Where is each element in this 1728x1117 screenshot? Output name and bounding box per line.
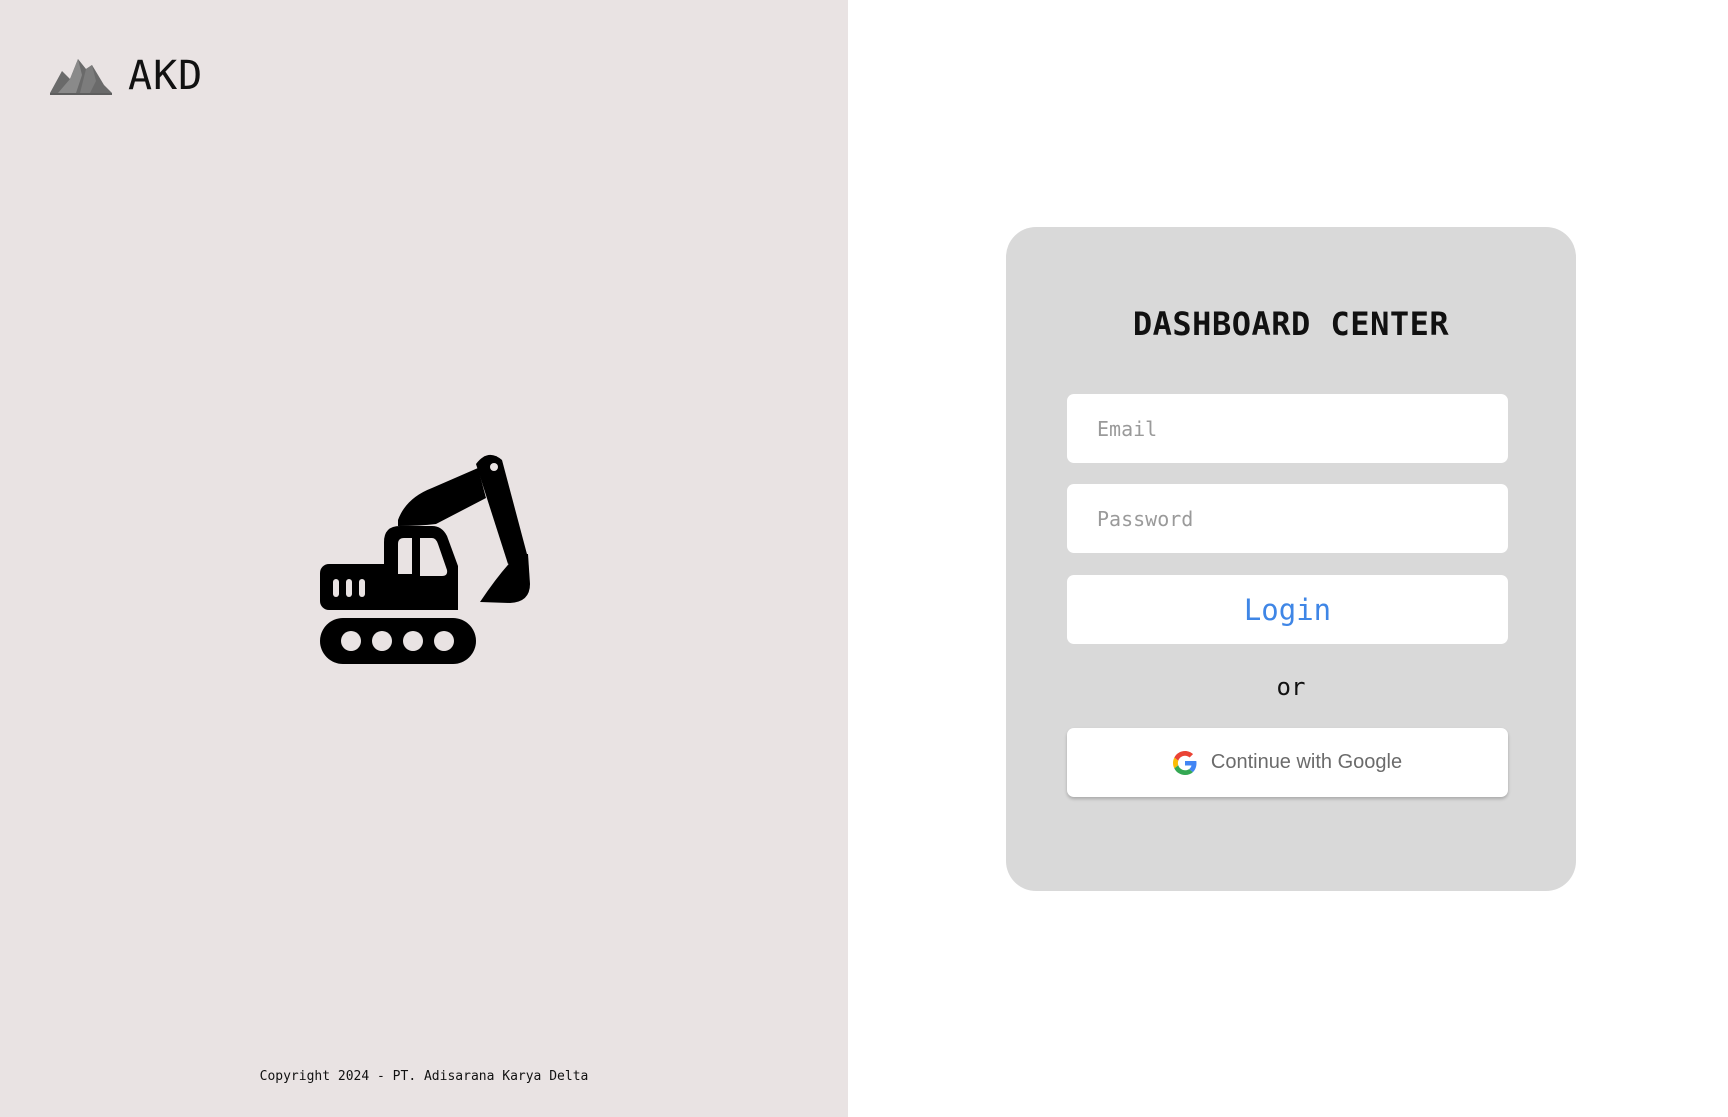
- login-page: AKD Copyright 2024 - PT. Adisarana Karya…: [0, 0, 1728, 1117]
- brand-name: AKD: [128, 53, 204, 99]
- password-field[interactable]: [1067, 484, 1508, 553]
- google-signin-button[interactable]: Continue with Google: [1067, 728, 1508, 797]
- brand-panel: AKD Copyright 2024 - PT. Adisarana Karya…: [0, 0, 848, 1117]
- email-field[interactable]: [1067, 394, 1508, 463]
- mountain-logo-icon: [50, 59, 112, 95]
- brand-header: AKD: [50, 52, 203, 100]
- copyright-text: Copyright 2024 - PT. Adisarana Karya Del…: [259, 1069, 589, 1084]
- login-card: DASHBOARD CENTER Login or Continue with …: [1006, 227, 1576, 891]
- google-button-label: Continue with Google: [1210, 751, 1403, 773]
- google-logo-icon: [1172, 750, 1197, 775]
- login-button[interactable]: Login: [1067, 575, 1508, 644]
- or-separator: or: [1276, 673, 1306, 701]
- page-title: DASHBOARD CENTER: [1132, 305, 1450, 343]
- excavator-icon: [320, 454, 530, 664]
